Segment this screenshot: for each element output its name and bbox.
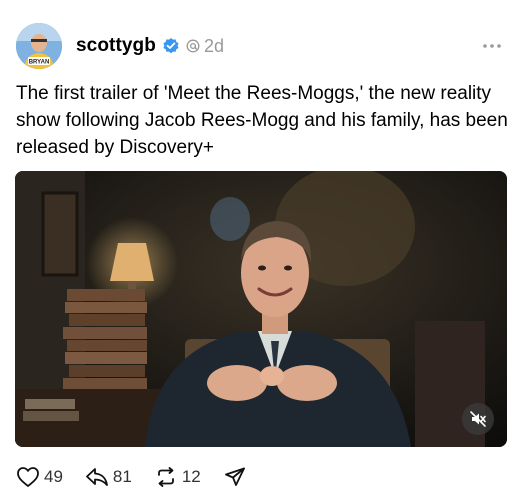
more-icon[interactable] <box>480 36 504 56</box>
post-text: The first trailer of 'Meet the Rees-Mogg… <box>16 83 508 158</box>
heart-icon <box>16 466 40 488</box>
verified-check-icon <box>162 37 180 55</box>
reply-icon <box>85 466 109 488</box>
like-count: 49 <box>44 467 63 486</box>
like-button[interactable]: 49 <box>16 466 63 488</box>
share-icon <box>223 466 247 488</box>
video-frame <box>15 171 507 447</box>
reply-button[interactable]: 81 <box>85 466 132 488</box>
reply-count: 81 <box>112 467 132 486</box>
threads-post: BRYAN scottygb 2d The first trailer of '… <box>0 0 522 500</box>
repost-button[interactable]: 12 <box>154 466 201 488</box>
avatar[interactable]: BRYAN <box>16 23 62 69</box>
threads-icon <box>186 39 200 53</box>
post-header: scottygb 2d <box>76 33 224 59</box>
repost-count: 12 <box>181 467 201 486</box>
timestamp[interactable]: 2d <box>204 36 224 57</box>
post-actions: 49 81 12 <box>16 464 269 490</box>
share-button[interactable] <box>223 466 247 488</box>
avatar-badge-text: BRYAN <box>29 60 50 66</box>
username[interactable]: scottygb <box>76 35 156 57</box>
video-player[interactable] <box>15 171 507 447</box>
repost-icon <box>154 466 178 488</box>
mute-icon[interactable] <box>462 403 494 435</box>
